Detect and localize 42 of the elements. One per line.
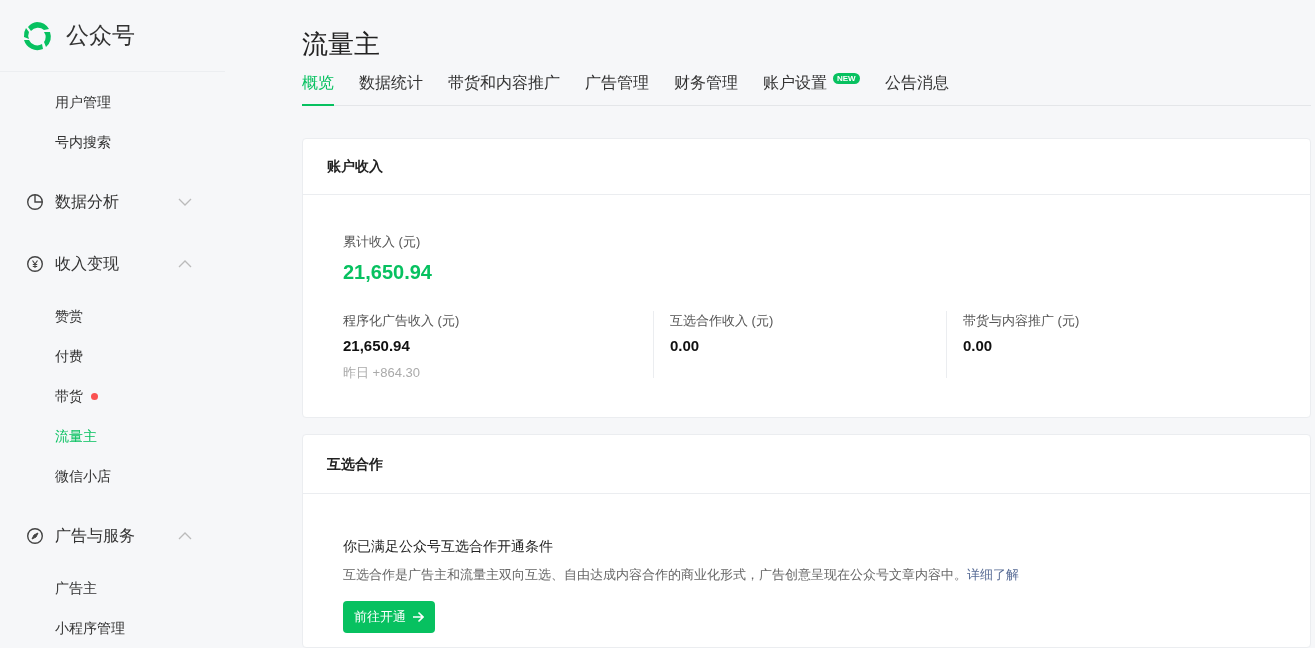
stat-label: 累计收入 (元) bbox=[343, 233, 422, 251]
compass-icon bbox=[26, 526, 44, 545]
sidebar-item[interactable]: 付费 bbox=[0, 336, 225, 376]
tab[interactable]: 账户设置 NEW bbox=[763, 71, 860, 106]
tab[interactable]: 带货和内容推广 bbox=[448, 71, 560, 106]
stat-label: 互选合作收入 (元) bbox=[670, 311, 775, 330]
total-income: 21,650.94 bbox=[343, 259, 433, 285]
tab[interactable]: 广告管理 bbox=[585, 71, 649, 106]
yuan-icon bbox=[26, 254, 44, 273]
chevron-down-icon bbox=[178, 197, 192, 206]
section-heading: 你已满足公众号互选合作开通条件 bbox=[343, 537, 554, 556]
page-title: 流量主 bbox=[302, 28, 381, 61]
chevron-up-icon bbox=[178, 531, 192, 540]
sidebar-group[interactable]: 数据分析 bbox=[0, 179, 225, 224]
sidebar-item[interactable]: 微信小店 bbox=[0, 456, 225, 496]
card-title: 互选合作 bbox=[327, 454, 383, 474]
card-title: 账户收入 bbox=[327, 157, 383, 176]
stat-value: 21,650.94 bbox=[343, 336, 411, 356]
sidebar-item[interactable]: 赞赏 bbox=[0, 296, 225, 336]
sidebar-item[interactable]: 带货 bbox=[0, 376, 225, 416]
learn-more-link[interactable]: 详细了解 bbox=[967, 567, 1019, 582]
tab[interactable]: 财务管理 bbox=[674, 71, 738, 106]
pie-chart-icon bbox=[26, 192, 44, 211]
sidebar-group[interactable]: 收入变现 bbox=[0, 241, 225, 286]
tab[interactable]: 数据统计 bbox=[359, 71, 423, 106]
sidebar-group[interactable]: 广告与服务 bbox=[0, 513, 225, 558]
stat-label: 带货与内容推广 (元) bbox=[963, 311, 1081, 330]
chevron-up-icon bbox=[178, 259, 192, 268]
brand-name: 公众号 bbox=[66, 21, 135, 51]
description-text: 互选合作是广告主和流量主双向互选、自由达成内容合作的商业化形式，广告创意呈现在公众号文章内容中。详细了解 bbox=[343, 566, 1020, 584]
sidebar-item[interactable]: 号内搜索 bbox=[0, 122, 225, 162]
tab[interactable]: 公告消息 bbox=[884, 71, 949, 106]
sidebar-item[interactable]: 用户管理 bbox=[0, 82, 225, 122]
stat-label: 程序化广告收入 (元) bbox=[343, 311, 461, 330]
logo-icon bbox=[21, 19, 53, 52]
stat-note: 昨日 +864.30 bbox=[343, 363, 421, 382]
stat-value: 0.00 bbox=[670, 336, 701, 356]
new-badge: NEW bbox=[833, 73, 860, 84]
sidebar-item[interactable]: 广告主 bbox=[0, 568, 225, 608]
sidebar-item[interactable]: 小程序管理 bbox=[0, 608, 225, 648]
stat-value: 0.00 bbox=[963, 336, 994, 356]
arrow-right-icon bbox=[412, 610, 424, 623]
